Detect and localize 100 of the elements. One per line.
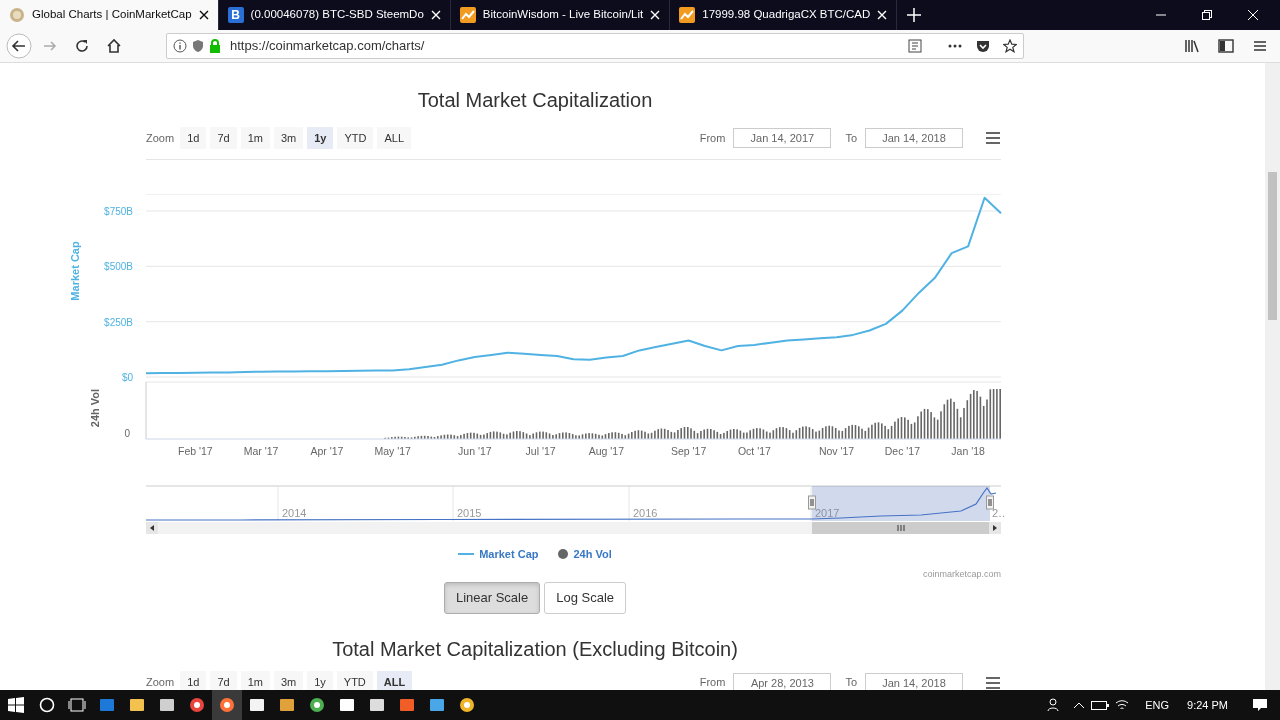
maximize-icon[interactable] [1202, 10, 1212, 20]
date-field[interactable]: Jan 14, 2018 [865, 128, 963, 148]
scroll-left-icon[interactable] [146, 522, 158, 534]
axis-tick-label: Feb '17 [178, 445, 213, 457]
zoom-button[interactable]: 1m [240, 671, 270, 690]
wifi-icon[interactable] [1115, 699, 1130, 711]
search-icon[interactable] [39, 697, 55, 713]
to-label: To [845, 130, 857, 146]
app-icon[interactable] [219, 697, 235, 713]
tab-title: Global Charts | CoinMarketCap [32, 7, 192, 23]
star-icon[interactable] [1003, 39, 1017, 53]
windows-start-icon[interactable] [8, 697, 24, 713]
zoom-button[interactable]: 3m [273, 126, 304, 150]
back-icon[interactable] [6, 33, 32, 59]
axis-tick-label: Mar '17 [243, 445, 279, 457]
axis-tick-label: Dec '17 [884, 445, 920, 457]
zoom-button[interactable]: 7d [210, 126, 237, 150]
chart-icon [459, 7, 476, 23]
app-icon[interactable] [189, 697, 205, 713]
menu-icon[interactable] [985, 131, 1001, 145]
axis-tick-label: Apr '17 [310, 445, 344, 457]
zoom-button[interactable]: 1y [307, 671, 333, 690]
app-icon[interactable] [339, 697, 355, 713]
sidebar-icon[interactable] [1218, 38, 1234, 54]
legend-item[interactable]: 24h Vol [558, 545, 612, 563]
legend-item[interactable]: Market Cap [458, 545, 539, 563]
axis-tick-label: Oct '17 [737, 445, 771, 457]
scale-button[interactable]: Linear Scale [443, 582, 541, 614]
chart-title: Total Market Capitalization (Excluding Bitcoin) [331, 636, 739, 662]
to-label: To [845, 675, 857, 690]
zoom-button[interactable]: ALL [376, 671, 413, 690]
zoom-button[interactable]: ALL [377, 126, 411, 150]
app-icon[interactable] [309, 697, 325, 713]
zoom-button[interactable]: 1d [180, 671, 207, 690]
app-icon[interactable] [159, 697, 175, 713]
date-field[interactable]: Apr 28, 2013 [733, 672, 832, 690]
close-icon[interactable] [198, 10, 209, 20]
date-field[interactable]: Jan 14, 2017 [733, 128, 832, 148]
scrollbar-thumb[interactable] [1268, 172, 1277, 320]
home-icon[interactable] [106, 38, 122, 54]
reader-view-icon[interactable] [908, 39, 922, 53]
url-text: https://coinmarketcap.com/charts/ [230, 37, 426, 56]
from-label: From [699, 130, 726, 146]
address-bar[interactable]: https://coinmarketcap.com/charts/ [166, 33, 1024, 59]
app-icon[interactable] [459, 697, 475, 713]
app-icon[interactable] [129, 697, 145, 713]
app-icon[interactable] [279, 697, 295, 713]
pocket-icon[interactable] [976, 39, 990, 53]
zoom-button[interactable]: 1d [180, 126, 207, 150]
task-view-icon[interactable] [68, 697, 86, 713]
scale-button[interactable]: Log Scale [544, 582, 627, 614]
axis-tick-label: $500B [104, 261, 133, 273]
axis-tick-label: Sep '17 [670, 445, 707, 457]
tab-title: BitcoinWisdom - Live Bitcoin/Lit [482, 7, 644, 23]
caret-icon[interactable] [1073, 700, 1086, 710]
axis-tick-label: $750B [104, 206, 133, 217]
zoom-label: Zoom [146, 130, 175, 146]
axis-tick-label: Jan '18 [951, 445, 985, 457]
axis-tick-label: Jul '17 [525, 445, 556, 457]
app-icon[interactable] [249, 697, 265, 713]
info-icon[interactable] [173, 39, 187, 53]
tab-title: 17999.98 QuadrigaCX BTC/CAD [702, 7, 871, 23]
app-icon[interactable] [429, 697, 445, 713]
lock-icon[interactable] [209, 39, 221, 53]
zoom-button[interactable]: 7d [210, 671, 237, 690]
zoom-button[interactable]: 1m [240, 126, 270, 150]
date-field[interactable]: Jan 14, 2018 [865, 672, 963, 690]
navigator-year-label: 2015 [457, 507, 482, 519]
library-icon[interactable] [1184, 38, 1200, 54]
clock[interactable]: 9:24 PM [1187, 696, 1228, 714]
app-icon[interactable] [399, 697, 415, 713]
axis-tick-label: $0 [121, 372, 133, 383]
axis-tick-label: Nov '17 [818, 445, 855, 457]
zoom-button[interactable]: 1y [307, 126, 334, 150]
menu-icon[interactable] [985, 675, 1001, 690]
scroll-right-icon[interactable] [989, 522, 1001, 534]
zoom-button[interactable]: 3m [273, 671, 304, 690]
scrollbar-thumb[interactable] [812, 522, 990, 534]
zoom-button[interactable]: YTD [336, 671, 373, 690]
tab-favicon: B [227, 7, 244, 23]
range-handle[interactable] [808, 495, 816, 510]
navigator-year-label: 2… [992, 507, 1006, 519]
axis-title: Market Cap [69, 241, 81, 301]
new-tab-icon[interactable] [907, 8, 922, 22]
axis-title: 24h Vol [89, 388, 101, 428]
shield-icon[interactable] [192, 39, 204, 53]
navigator-year-label: 2016 [633, 507, 658, 519]
notification-icon[interactable] [1252, 698, 1268, 712]
battery-icon[interactable] [1091, 699, 1110, 711]
browser-tab[interactable]: Global Charts | CoinMarketCap [0, 0, 219, 30]
chart-icon [679, 7, 696, 23]
range-handle[interactable] [986, 495, 994, 510]
zoom-button[interactable]: YTD [337, 126, 374, 150]
language-indicator[interactable]: ENG [1145, 696, 1170, 714]
axis-tick-label: Aug '17 [588, 445, 625, 457]
menu-icon[interactable] [1252, 38, 1268, 54]
navigator-year-label: 2014 [282, 507, 307, 519]
reload-icon[interactable] [74, 38, 90, 54]
axis-tick-label: 0 [124, 428, 130, 439]
app-icon[interactable] [369, 697, 385, 713]
